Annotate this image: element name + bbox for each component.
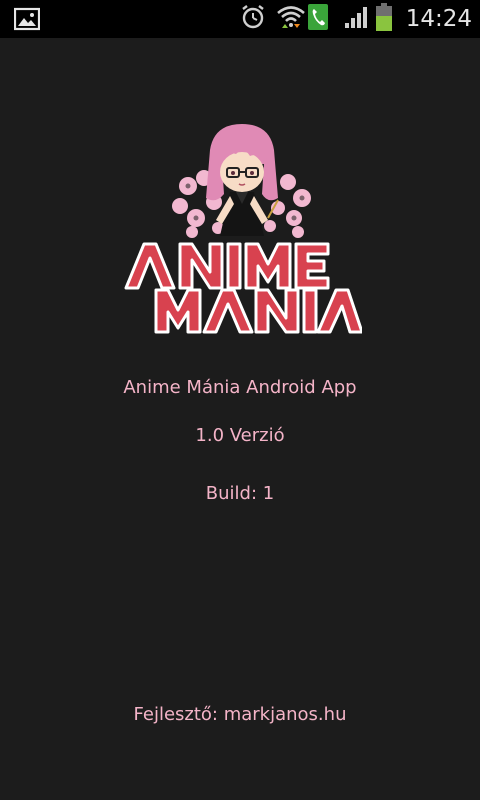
build-label: Build: 1 bbox=[205, 483, 275, 504]
app-logo bbox=[118, 120, 364, 348]
logo-wordmark bbox=[124, 242, 364, 334]
status-bar: 14:24 bbox=[0, 0, 480, 38]
status-icons: 14:24 bbox=[230, 0, 480, 38]
app-name-label: Anime Mánia Android App bbox=[123, 377, 357, 398]
clock: 14:24 bbox=[405, 6, 472, 32]
version-label: 1.0 Verzió bbox=[195, 425, 285, 446]
phone-icon bbox=[307, 4, 328, 34]
signal-icon bbox=[344, 5, 370, 33]
chibi-character bbox=[206, 124, 279, 236]
developer-label: Fejlesztő: markjanos.hu bbox=[133, 704, 347, 725]
gallery-icon bbox=[13, 7, 41, 31]
wifi-icon bbox=[276, 4, 306, 34]
battery-icon bbox=[375, 3, 392, 35]
alarm-icon bbox=[240, 4, 266, 34]
